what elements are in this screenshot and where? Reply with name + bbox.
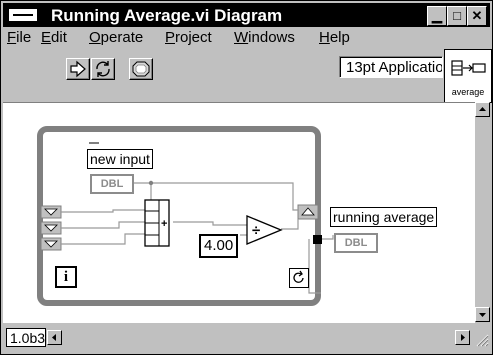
loop-condition-terminal[interactable] [289,268,309,288]
version-label: 1.0b3 [6,328,46,347]
scroll-down-button[interactable] [475,307,490,322]
minimize-button[interactable]: ▁ [427,6,447,26]
vi-connector-icon[interactable]: average [444,49,492,103]
menu-file[interactable]: File [7,29,31,46]
menu-windows[interactable]: Windows [234,29,295,46]
scroll-left-button[interactable] [47,330,62,345]
arrow-right-icon [461,334,465,341]
arrow-down-icon [479,313,486,317]
run-button[interactable] [66,58,90,80]
divide-symbol: ÷ [252,222,260,239]
menu-bar: File Edit Operate Project Windows Help [3,27,441,49]
iteration-terminal[interactable]: i [55,266,77,288]
close-button[interactable]: ✕ [467,6,487,26]
toolbar: 13pt Application Font [3,49,443,81]
menu-operate[interactable]: Operate [89,29,143,46]
system-menu-icon[interactable] [9,9,37,21]
block-diagram[interactable]: ÷ + new input DBL 4.00 running average D… [3,102,475,323]
run-arrow-icon [70,60,86,78]
diagram-window: Running Average.vi Diagram ▁ □ ✕ File Ed… [0,0,493,355]
numeric-constant[interactable]: 4.00 [199,234,239,258]
window-title: Running Average.vi Diagram [51,6,283,25]
input-terminal[interactable]: DBL [90,174,134,194]
add-symbol: + [161,218,167,230]
stop-icon [132,61,150,77]
loop-condition-icon [293,270,304,283]
title-bar[interactable]: Running Average.vi Diagram ▁ □ ✕ [3,3,490,27]
vi-icon-graphic [451,60,486,76]
abort-button[interactable] [129,58,153,80]
resize-grip-icon[interactable] [473,331,489,347]
output-label[interactable]: running average [330,207,438,227]
run-continuously-button[interactable] [91,58,115,80]
scroll-up-button[interactable] [475,102,490,117]
vi-icon-caption: average [451,87,485,97]
run-continuously-icon [96,61,110,77]
maximize-button[interactable]: □ [447,6,467,26]
font-dropdown[interactable]: 13pt Application Font [339,56,443,78]
input-label[interactable]: new input [87,149,153,169]
output-terminal[interactable]: DBL [334,233,378,253]
menu-project[interactable]: Project [165,29,212,46]
bottom-bar: 1.0b3 [3,323,490,352]
arrow-left-icon [52,334,56,341]
scroll-right-button[interactable] [455,330,470,345]
arrow-up-icon [479,107,486,111]
vertical-scrollbar[interactable] [475,102,490,322]
menu-edit[interactable]: Edit [41,29,67,46]
menu-help[interactable]: Help [319,29,350,46]
